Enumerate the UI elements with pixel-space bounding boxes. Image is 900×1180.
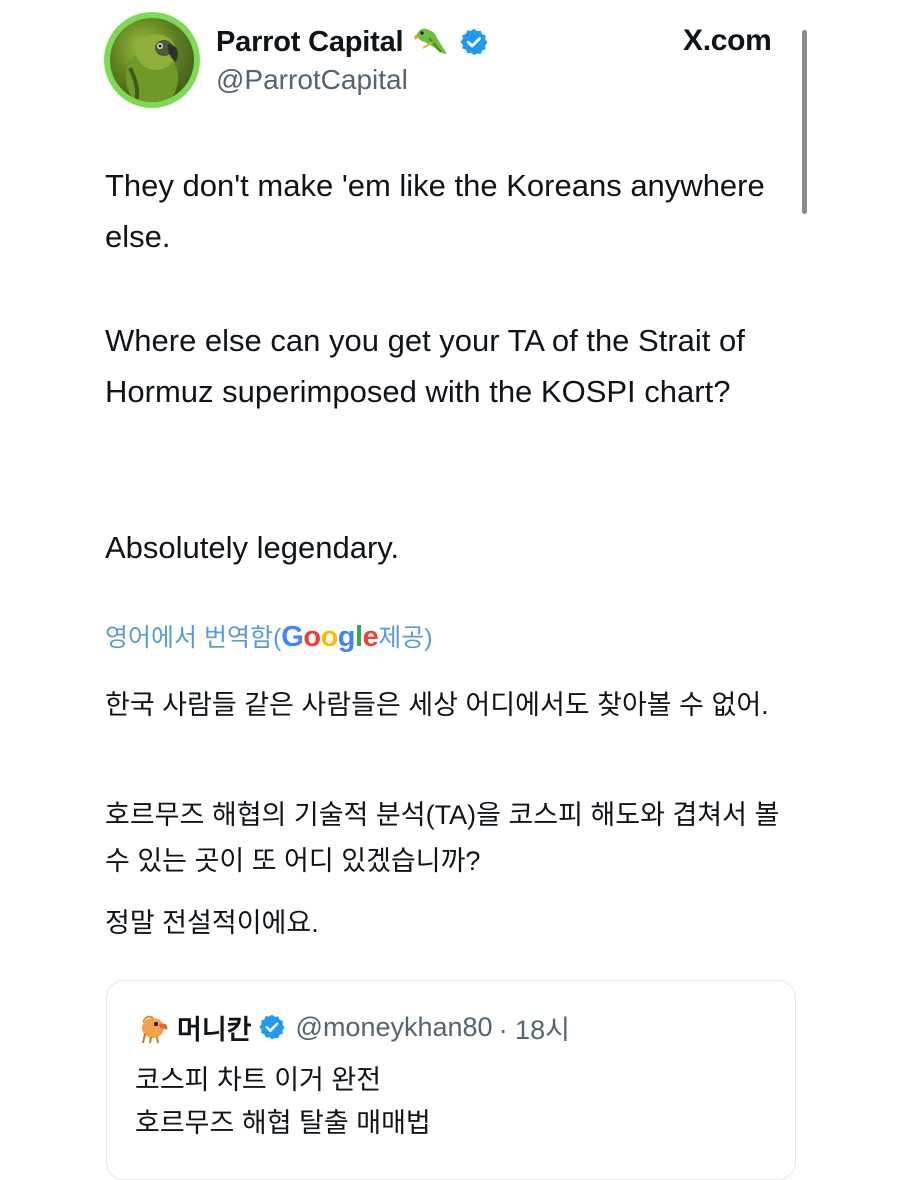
quoted-display-name[interactable]: 머니칸: [177, 1008, 252, 1047]
profile-avatar[interactable]: [104, 12, 200, 108]
parrot-avatar-icon: [110, 18, 194, 102]
name-row: Parrot Capital: [216, 22, 489, 62]
translated-paragraph-2: 호르무즈 해협의 기술적 분석(TA)을 코스피 해도와 겹쳐서 볼 수 있는 …: [105, 800, 780, 876]
verified-badge-icon: [459, 27, 489, 57]
translation-attribution[interactable]: 영어에서 번역함( Google 제공): [105, 618, 433, 654]
parrot-mascot-icon: [135, 1010, 171, 1044]
quoted-tweet-card[interactable]: 머니칸 @moneykhan80 · 18시 코스피 차트 이거 완전 호르무즈…: [106, 980, 796, 1180]
display-name[interactable]: Parrot Capital: [216, 26, 404, 59]
scrollbar[interactable]: [802, 30, 807, 214]
quoted-line-1: 코스피 차트 이거 완전: [135, 1065, 382, 1095]
quoted-tweet-header: 머니칸 @moneykhan80 · 18시: [135, 1009, 570, 1045]
verified-badge-icon: [258, 1013, 286, 1041]
user-handle[interactable]: @ParrotCapital: [216, 64, 408, 96]
tweet-paragraph-3: Absolutely legendary.: [105, 530, 400, 565]
tweet-paragraph-2: Where else can you get your TA of the St…: [105, 323, 745, 409]
translation-suffix: 제공): [378, 624, 433, 652]
tweet-paragraph-1: They don't make 'em like the Koreans any…: [105, 168, 765, 254]
site-label: X.com: [683, 24, 772, 57]
translated-paragraph-1: 한국 사람들 같은 사람들은 세상 어디에서도 찾아볼 수 없어.: [105, 690, 769, 720]
quoted-tweet-body: 코스피 차트 이거 완전 호르무즈 해협 탈출 매매법: [135, 1059, 775, 1145]
quoted-line-2: 호르무즈 해협 탈출 매매법: [135, 1108, 431, 1138]
quoted-timestamp: · 18시: [498, 1014, 570, 1045]
quoted-handle[interactable]: @moneykhan80: [296, 1012, 493, 1043]
google-logo: Google: [281, 621, 379, 653]
tweet-header: Parrot Capital @ParrotCapital X.com: [0, 0, 900, 214]
translated-paragraph-3: 정말 전설적이에요.: [105, 908, 319, 938]
translation-prefix: 영어에서 번역함(: [105, 624, 282, 652]
parrot-emoji-icon: [411, 24, 451, 60]
